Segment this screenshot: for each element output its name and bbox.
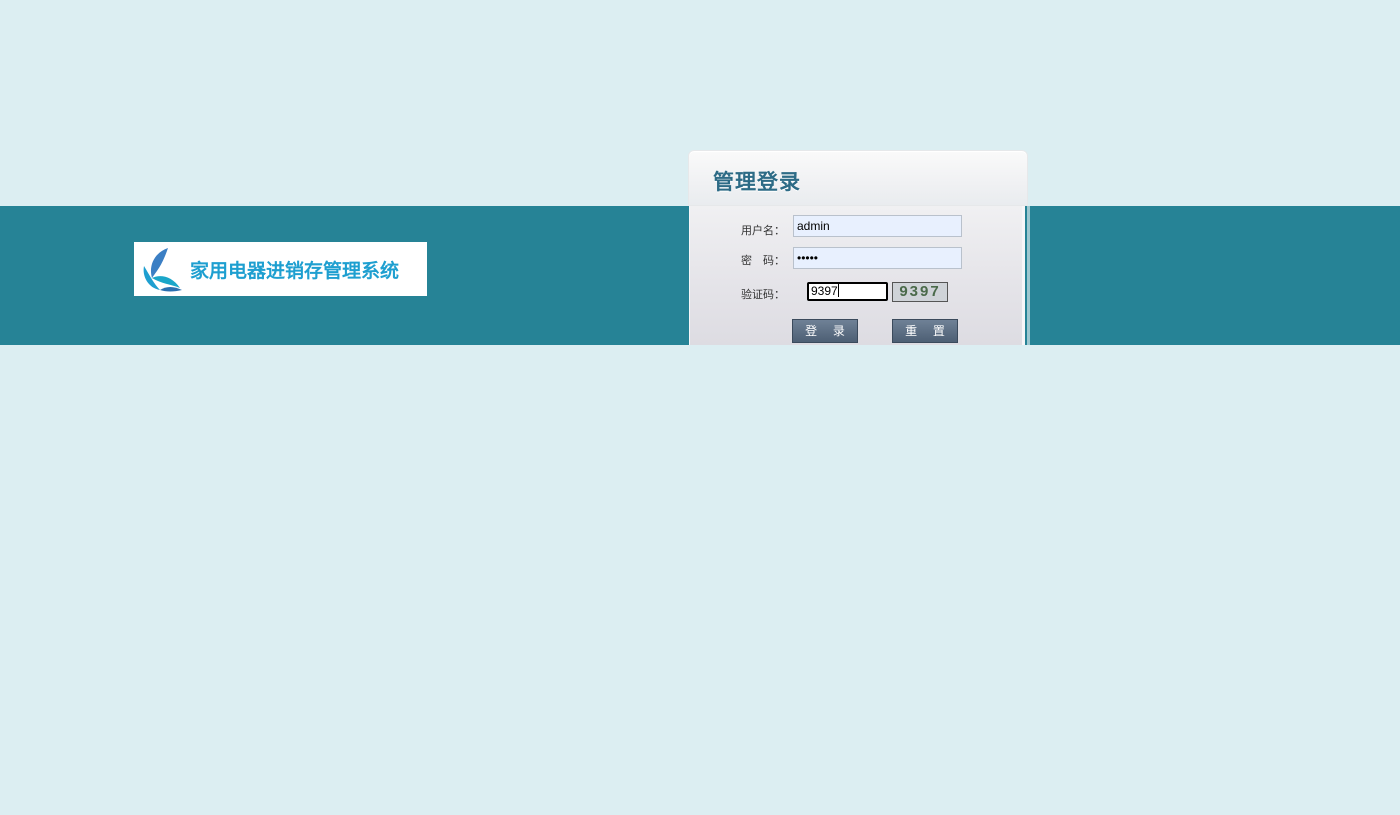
text-caret: [837, 284, 839, 297]
login-panel-header: 管理登录: [688, 150, 1028, 206]
app-logo: 家用电器进销存管理系统: [134, 242, 427, 296]
captcha-input[interactable]: 9397: [807, 282, 888, 301]
login-button[interactable]: 登 录: [792, 319, 858, 343]
password-label: 密 码：: [741, 254, 785, 267]
captcha-input-value: 9397: [811, 284, 838, 298]
login-panel: 管理登录 用户名： admin 密 码： ••••• 验证码： 9397 939…: [688, 150, 1030, 345]
captcha-image[interactable]: 9397: [892, 282, 948, 302]
username-input[interactable]: admin: [793, 215, 962, 237]
app-title: 家用电器进销存管理系统: [190, 259, 400, 282]
reset-button[interactable]: 重 置: [892, 319, 958, 343]
captcha-label: 验证码：: [741, 288, 785, 301]
login-page: 家用电器进销存管理系统 管理登录 用户名： admin 密 码： ••••• 验…: [0, 0, 1400, 815]
password-input[interactable]: •••••: [793, 247, 962, 269]
username-label: 用户名：: [741, 224, 785, 237]
butterfly-logo-icon: [143, 248, 182, 292]
login-title: 管理登录: [713, 169, 801, 194]
login-panel-body: 用户名： admin 密 码： ••••• 验证码： 9397 9397 登 录…: [689, 206, 1025, 345]
panel-edge: [1027, 206, 1030, 345]
